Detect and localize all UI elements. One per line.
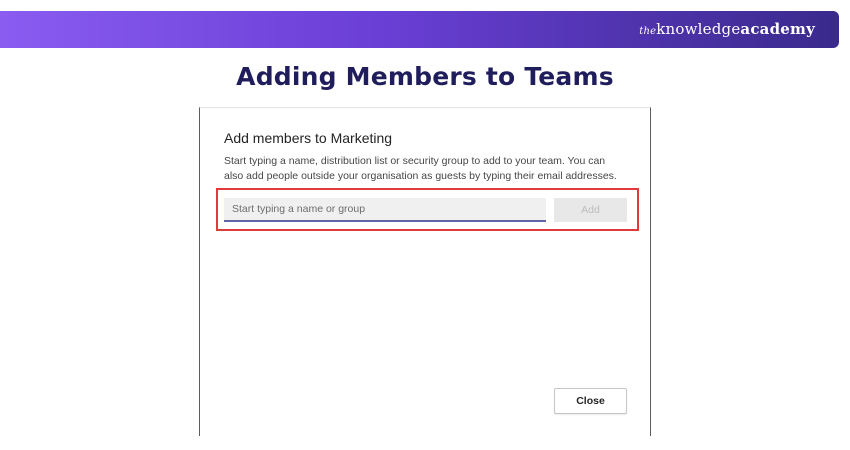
brand-bold: academy [740,20,815,38]
brand-prefix: the [639,26,657,37]
add-button[interactable]: Add [554,198,627,222]
close-button[interactable]: Close [554,388,627,414]
brand-light: knowledge [656,20,741,38]
page-title: Adding Members to Teams [236,62,614,91]
add-members-dialog: Add members to Marketing Start typing a … [199,107,651,436]
member-search-input[interactable] [224,198,546,222]
brand-logo: theknowledgeacademy [639,20,815,38]
dialog-description: Start typing a name, distribution list o… [224,155,617,182]
header-banner: theknowledgeacademy [0,11,839,48]
dialog-title: Add members to Marketing [224,130,393,146]
